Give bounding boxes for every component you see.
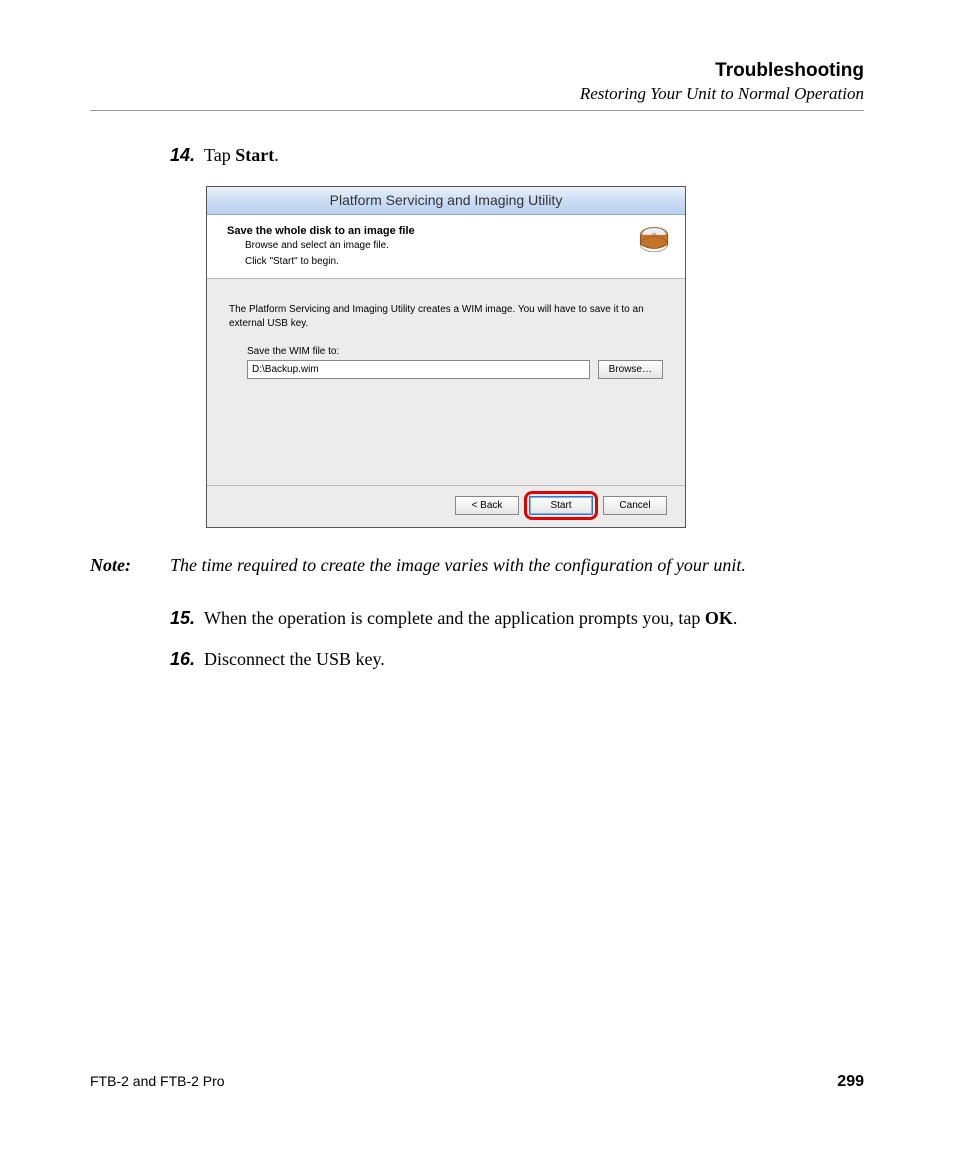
start-button[interactable]: Start — [529, 496, 593, 515]
footer-left: FTB-2 and FTB-2 Pro — [90, 1073, 225, 1091]
step-text-pre: Tap — [204, 145, 235, 165]
step-text-bold: Start — [235, 145, 274, 165]
page-header-subtitle: Restoring Your Unit to Normal Operation — [90, 84, 864, 104]
step-15: 15. When the operation is complete and t… — [170, 606, 864, 631]
note-block: Note: The time required to create the im… — [90, 552, 864, 578]
dialog-header-main: Save the whole disk to an image file — [227, 225, 415, 237]
step-text-post: . — [733, 608, 738, 628]
step-text-bold: OK — [705, 608, 733, 628]
page-header-title: Troubleshooting — [90, 60, 864, 82]
step-text: Tap Start. — [204, 143, 864, 168]
hard-drive-icon — [637, 225, 671, 255]
dialog-header-sub1: Browse and select an image file. — [245, 239, 415, 253]
step-text-pre: When the operation is complete and the a… — [204, 608, 705, 628]
step-14: 14. Tap Start. — [170, 143, 864, 168]
dialog-footer: < Back Start Cancel — [207, 485, 685, 527]
page-number: 299 — [837, 1073, 864, 1091]
back-button[interactable]: < Back — [455, 496, 519, 515]
header-rule — [90, 110, 864, 111]
step-text-post: . — [274, 145, 279, 165]
note-text: The time required to create the image va… — [170, 552, 864, 578]
dialog-header-sub2: Click "Start" to begin. — [245, 255, 415, 269]
browse-button[interactable]: Browse… — [598, 360, 663, 379]
dialog-title-bar: Platform Servicing and Imaging Utility — [207, 187, 685, 215]
cancel-button[interactable]: Cancel — [603, 496, 667, 515]
dialog-body: The Platform Servicing and Imaging Utili… — [207, 279, 685, 485]
step-number: 15. — [170, 606, 204, 631]
note-label: Note: — [90, 552, 170, 578]
page-footer: FTB-2 and FTB-2 Pro 299 — [90, 1073, 864, 1091]
dialog-screenshot: Platform Servicing and Imaging Utility S… — [206, 186, 686, 528]
step-text: Disconnect the USB key. — [204, 647, 864, 672]
step-number: 14. — [170, 143, 204, 168]
start-button-highlight: Start — [529, 496, 593, 515]
step-text: When the operation is complete and the a… — [204, 606, 864, 631]
dialog-body-intro: The Platform Servicing and Imaging Utili… — [229, 303, 663, 330]
wim-file-label: Save the WIM file to: — [247, 346, 663, 357]
step-number: 16. — [170, 647, 204, 672]
dialog-header: Save the whole disk to an image file Bro… — [207, 215, 685, 279]
step-16: 16. Disconnect the USB key. — [170, 647, 864, 672]
wim-file-input[interactable] — [247, 360, 590, 379]
